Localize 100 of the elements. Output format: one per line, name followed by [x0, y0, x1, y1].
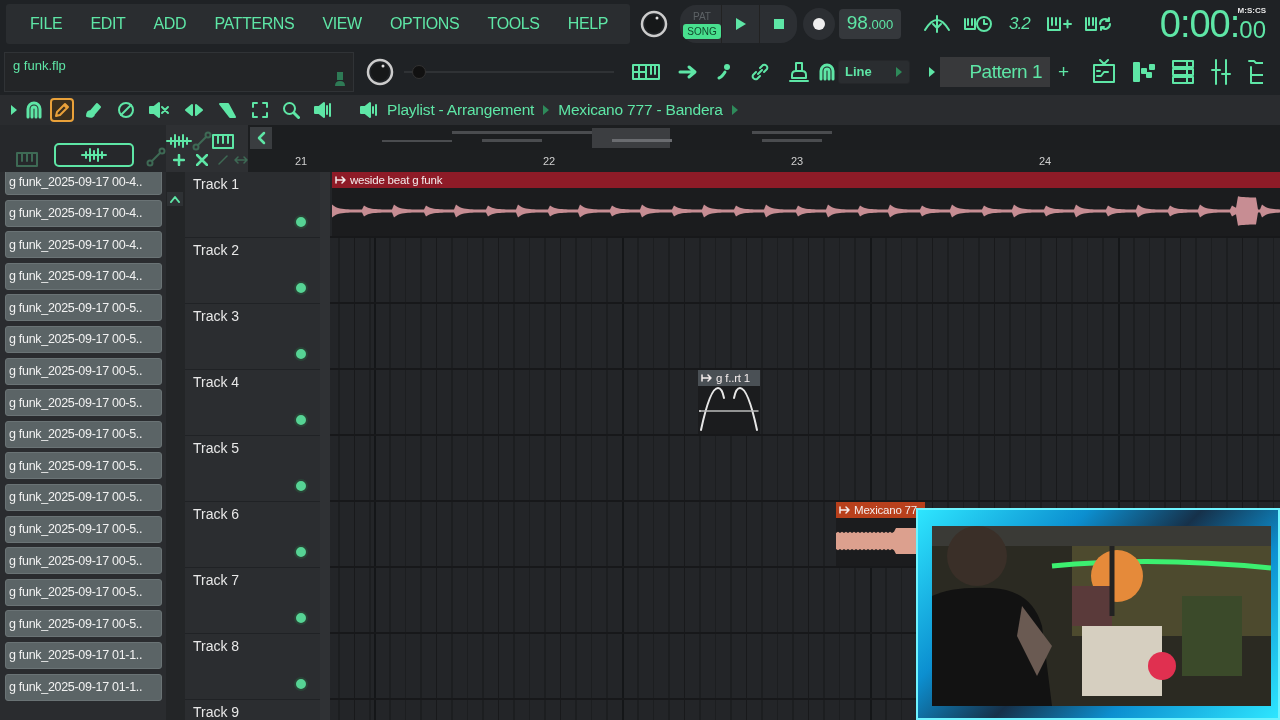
browser-item[interactable]: g funk_2025-09-17 00-4.. [5, 172, 162, 195]
snap-dropdown[interactable]: Line [838, 59, 910, 84]
track-header[interactable]: Track 7 [185, 568, 320, 634]
pattern-selector[interactable]: Pattern 1 [940, 56, 1050, 87]
window-title: Playlist - Arrangement [387, 101, 535, 119]
track-header[interactable]: Track 5 [185, 436, 320, 502]
add-pattern-button[interactable]: + [1052, 60, 1076, 83]
speaker-icon[interactable] [359, 101, 379, 119]
clip-icon [335, 175, 347, 185]
song-mode-toggle[interactable]: SONG [683, 24, 721, 39]
clip-header[interactable]: g f..rt 1 [698, 370, 760, 386]
track-name: Track 4 [193, 374, 240, 392]
menu-item[interactable]: TOOLS [483, 13, 544, 35]
slider-thumb[interactable] [411, 64, 426, 79]
clip-header[interactable]: Mexicano 77 [836, 502, 925, 518]
browser-item[interactable]: g funk_2025-09-17 00-4.. [5, 199, 162, 227]
master-volume-knob[interactable] [638, 8, 670, 40]
record-icon[interactable] [812, 17, 826, 31]
clip-icon [839, 505, 851, 515]
stamp-icon[interactable] [788, 60, 810, 83]
audio-clip[interactable]: weside beat g funk [332, 172, 1280, 236]
track-header[interactable]: Track 8 [185, 634, 320, 700]
menu-item[interactable]: PATTERNS [210, 13, 299, 35]
track-header[interactable]: Track 3 [185, 304, 320, 370]
track-header[interactable]: Track 9 [185, 700, 320, 720]
track-header[interactable]: Track 1 [185, 172, 320, 238]
track-enable-led[interactable] [294, 347, 308, 361]
piano-grid-icon[interactable] [632, 62, 660, 81]
browser-item[interactable]: g funk_2025-09-17 00-5.. [5, 578, 162, 606]
browser-item[interactable]: g funk_2025-09-17 00-4.. [5, 231, 162, 259]
breadcrumb-caret-icon[interactable] [730, 104, 739, 116]
waveform-icon[interactable] [81, 147, 107, 163]
browser-item[interactable]: g funk_2025-09-17 00-5.. [5, 547, 162, 575]
clip-header[interactable]: weside beat g funk [332, 172, 1280, 188]
pitch-slider[interactable] [404, 64, 614, 79]
browser-item[interactable]: g funk_2025-09-17 00-5.. [5, 420, 162, 448]
stop-icon[interactable] [772, 18, 785, 30]
browser-item[interactable]: g funk_2025-09-17 00-5.. [5, 389, 162, 417]
track-enable-led[interactable] [294, 545, 308, 559]
track-enable-led[interactable] [294, 413, 308, 427]
track-enable-led[interactable] [294, 611, 308, 625]
track-enable-led[interactable] [294, 479, 308, 493]
chevron-left-icon[interactable] [256, 130, 266, 145]
menu-item[interactable]: FILE [26, 13, 67, 35]
browser-item[interactable]: g funk_2025-09-17 00-5.. [5, 452, 162, 480]
project-filename: g funk.flp [13, 57, 66, 75]
menu-item[interactable]: OPTIONS [386, 13, 464, 35]
waveform-icon[interactable] [166, 132, 192, 149]
add-track-icon[interactable] [173, 154, 185, 167]
track-header[interactable]: Track 2 [185, 238, 320, 304]
piano-loop-icon[interactable] [1083, 14, 1112, 34]
browser-item[interactable]: g funk_2025-09-17 01-1.. [5, 641, 162, 669]
arrangement-name[interactable]: Mexicano 777 - Bandera [558, 101, 723, 119]
record-button[interactable] [803, 8, 835, 40]
scroll-left-button[interactable] [250, 126, 272, 149]
dropdown-caret-icon[interactable] [895, 65, 903, 78]
snap-readout[interactable]: 3.2 [1005, 14, 1034, 34]
mixer-icon[interactable] [1209, 58, 1234, 85]
menu-item[interactable]: HELP [563, 13, 612, 35]
play-pattern-icon[interactable] [928, 65, 936, 78]
breadcrumb-caret-icon[interactable] [542, 104, 551, 116]
automation-curve [698, 386, 760, 432]
track-name: Track 9 [193, 704, 240, 720]
arrow-right-icon[interactable] [678, 63, 698, 80]
bar-number: 23 [790, 155, 805, 167]
playlist-icon[interactable] [1091, 58, 1118, 85]
footprint-icon[interactable] [716, 62, 732, 81]
channel-rack-icon[interactable] [1171, 58, 1196, 85]
audio-clip[interactable]: Mexicano 77 [836, 502, 925, 566]
browser-item[interactable]: g funk_2025-09-17 00-5.. [5, 294, 162, 322]
menu-item[interactable]: ADD [149, 13, 191, 35]
play-icon[interactable] [733, 16, 748, 32]
audio-filter-toggle[interactable] [54, 143, 134, 167]
browser-item[interactable]: g funk_2025-09-17 00-4.. [5, 262, 162, 290]
browser-item[interactable]: g funk_2025-09-17 00-5.. [5, 610, 162, 638]
menu-item[interactable]: EDIT [86, 13, 130, 35]
tempo-field[interactable]: 98.000 [839, 9, 901, 39]
track-header[interactable]: Track 6 [185, 502, 320, 568]
track-header[interactable]: Track 4 [185, 370, 320, 436]
clip-label: g f..rt 1 [716, 372, 750, 384]
browser-item[interactable]: g funk_2025-09-17 00-5.. [5, 515, 162, 543]
track-name: Track 1 [193, 176, 240, 194]
browser-item[interactable]: g funk_2025-09-17 00-5.. [5, 325, 162, 353]
browser-item[interactable]: g funk_2025-09-17 00-5.. [5, 483, 162, 511]
automation-clip[interactable]: g f..rt 1 [698, 370, 760, 434]
piano-plus-icon[interactable] [1045, 14, 1072, 34]
browser-item[interactable]: g funk_2025-09-17 00-5.. [5, 357, 162, 385]
menu-item[interactable]: VIEW [318, 13, 366, 35]
link-icon[interactable] [750, 61, 770, 82]
track-enable-led[interactable] [294, 281, 308, 295]
magnet-icon[interactable] [25, 101, 43, 119]
metronome-icon[interactable] [923, 14, 951, 34]
snap-magnet-icon[interactable] [818, 62, 836, 81]
track-enable-led[interactable] [294, 677, 308, 691]
close-icon[interactable] [196, 154, 208, 167]
arrow-icon[interactable] [10, 104, 18, 116]
browser-item[interactable]: g funk_2025-09-17 01-1.. [5, 673, 162, 701]
browser-icon[interactable] [1247, 58, 1264, 85]
track-enable-led[interactable] [294, 215, 308, 229]
record-wait-icon[interactable] [963, 14, 993, 34]
